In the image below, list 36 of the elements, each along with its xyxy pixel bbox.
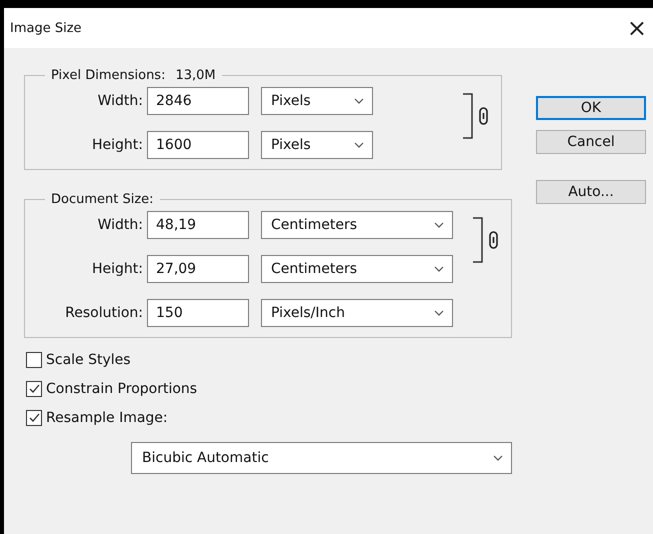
field-label: Height: [91,261,143,277]
dialog-button[interactable]: OK [536,96,646,120]
field-label: Width: [96,93,143,109]
unit-dropdown[interactable]: Pixels/Inch [261,299,453,327]
dialog-button[interactable]: Auto... [536,180,646,204]
checkbox[interactable] [26,381,42,397]
field-label: Resolution: [64,305,143,321]
input-field[interactable]: 48,19 [147,211,249,239]
chevron-icon [354,142,364,148]
unit-dropdown[interactable]: Centimeters [261,255,453,283]
checkbox-label: Constrain Proportions [46,381,198,397]
chevron-icon [434,266,444,272]
checkbox-label: Resample Image: [46,410,168,426]
dialog-button[interactable]: Cancel [536,130,646,154]
chevron-icon [434,310,444,316]
unit-dropdown[interactable]: Pixels [261,131,373,159]
chevron-icon [434,222,444,228]
chevron-icon [493,455,503,461]
field-label: Height: [91,137,143,153]
field-label: Width: [96,217,143,233]
group-value: 13,0M [175,68,216,83]
checkbox-label: Scale Styles [46,352,131,368]
checkbox[interactable] [26,410,42,426]
input-field[interactable]: 1600 [147,131,249,159]
input-field[interactable]: 27,09 [147,255,249,283]
resample-dropdown[interactable]: Bicubic Automatic [131,442,512,474]
unit-dropdown[interactable]: Pixels [261,87,373,115]
input-field[interactable]: 150 [147,299,249,327]
checkbox[interactable] [26,352,42,368]
window-title: Image Size [10,20,82,36]
group-title: Pixel Dimensions: [51,68,166,83]
chevron-icon [354,98,364,104]
unit-dropdown[interactable]: Centimeters [261,211,453,239]
group-title: Document Size: [51,192,154,207]
input-field[interactable]: 2846 [147,87,249,115]
close-button[interactable]: × [624,16,649,40]
